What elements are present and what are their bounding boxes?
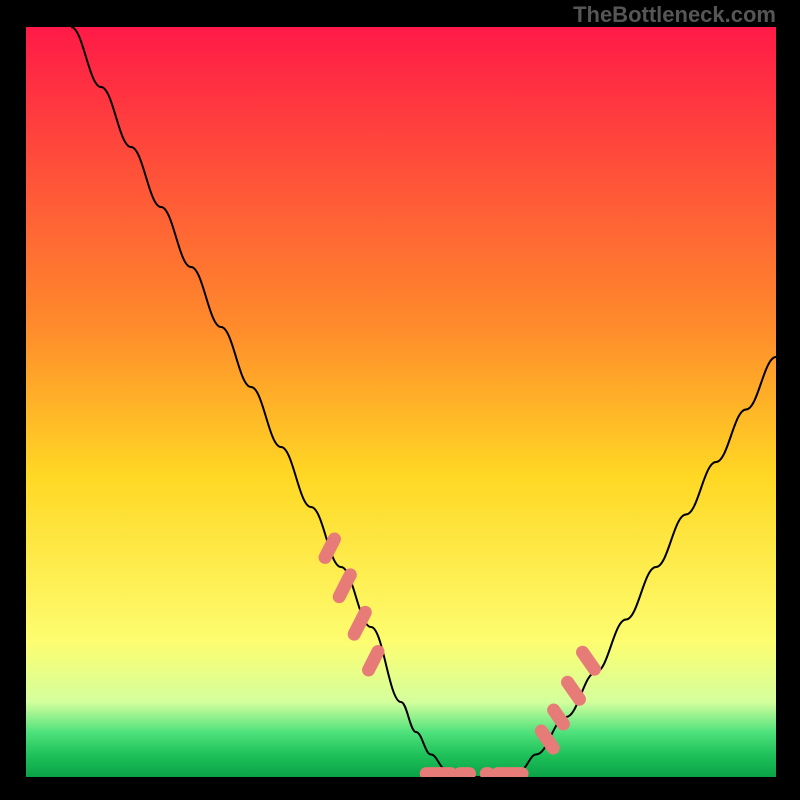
bottleneck-plot [26,27,776,777]
curve-marker [454,767,477,777]
curve-marker [420,767,458,777]
chart-frame: TheBottleneck.com [0,0,800,800]
curve-marker [491,767,529,777]
gradient-background [26,27,776,777]
watermark-text: TheBottleneck.com [573,2,776,28]
